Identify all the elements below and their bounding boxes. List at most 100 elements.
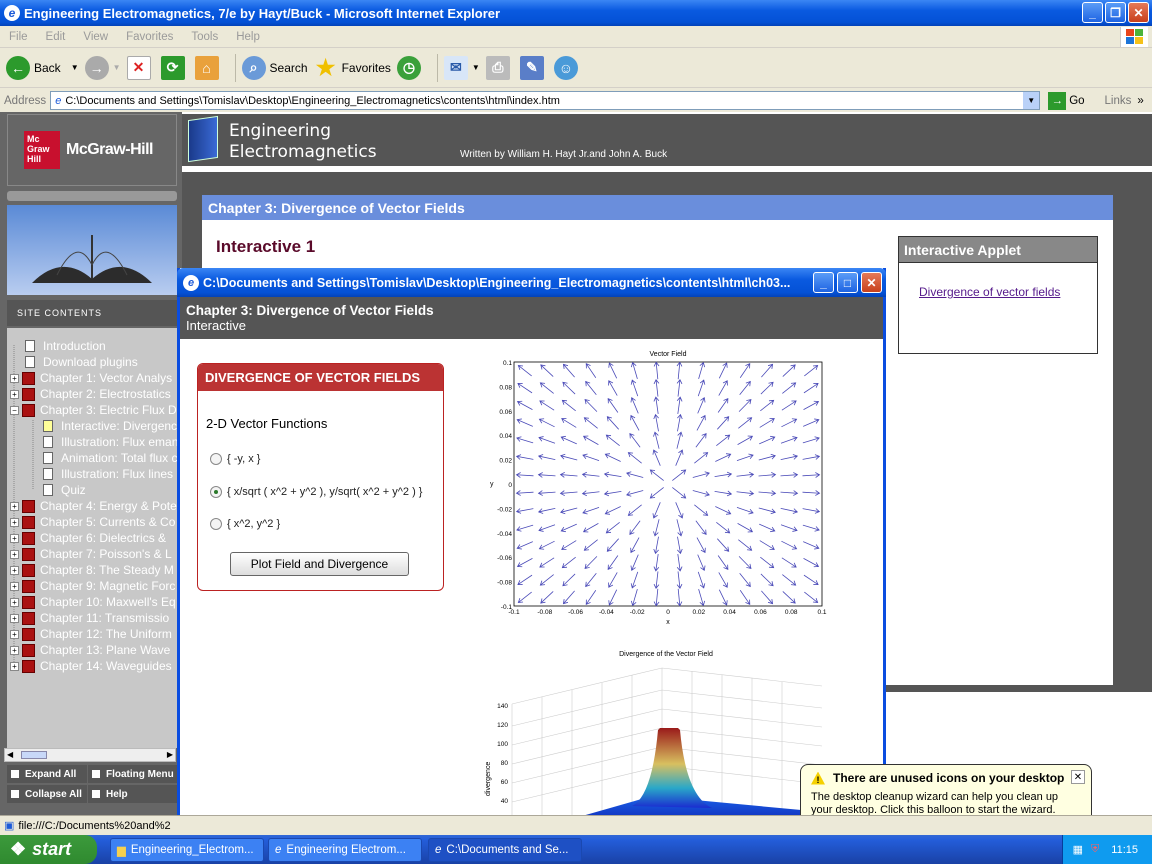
radio-button[interactable] [210, 518, 222, 530]
print-button[interactable]: ⎙ [485, 55, 514, 80]
minimize-button[interactable]: _ [1082, 2, 1103, 23]
page-icon [25, 340, 35, 352]
tree-item[interactable]: + Chapter 10: Maxwell's Eq [10, 594, 176, 610]
tree-item[interactable]: + Chapter 5: Currents & Co [10, 514, 175, 530]
warning-icon: ! [811, 771, 825, 785]
tree-item[interactable]: Introduction [25, 338, 106, 354]
maximize-button[interactable]: ❐ [1105, 2, 1126, 23]
taskbar-item-popup[interactable]: e C:\Documents and Se... [428, 838, 582, 862]
menu-favorites[interactable]: Favorites [117, 31, 182, 43]
tree-item[interactable]: Illustration: Flux eman [43, 434, 178, 450]
expand-icon[interactable]: + [10, 549, 19, 559]
radio-button[interactable] [210, 453, 222, 465]
tree-item[interactable]: + Chapter 11: Transmissio [10, 610, 169, 626]
menu-file[interactable]: File [0, 31, 37, 43]
expand-icon[interactable]: + [10, 373, 19, 383]
history-button[interactable]: ◷ [396, 55, 425, 80]
tree-item[interactable]: + Chapter 9: Magnetic Forc [10, 578, 175, 594]
security-shield-icon[interactable]: ⛨ [1091, 843, 1099, 856]
expand-icon[interactable]: + [10, 613, 19, 623]
expand-icon[interactable]: + [10, 629, 19, 639]
close-button[interactable]: ✕ [1128, 2, 1149, 23]
ie-icon: e [183, 274, 199, 291]
tree-item-label: Illustration: Flux eman [61, 435, 179, 449]
popup-maximize-button[interactable]: □ [837, 272, 858, 293]
address-input[interactable]: e C:\Documents and Settings\Tomislav\Des… [50, 91, 1041, 110]
chevron-down-icon[interactable]: ▼ [113, 63, 121, 72]
expand-all-button[interactable]: Expand All [7, 765, 87, 783]
stop-button[interactable]: ✕ [126, 55, 155, 80]
expand-icon[interactable]: + [10, 517, 19, 527]
chevron-down-icon[interactable]: ▼ [71, 63, 79, 72]
forward-button[interactable]: → ▼ [84, 55, 121, 80]
tree-item[interactable]: + Chapter 7: Poisson's & L [10, 546, 172, 562]
tree-item[interactable]: Quiz [43, 482, 86, 498]
refresh-button[interactable]: ⟳ [160, 55, 189, 80]
home-button[interactable]: ⌂ [194, 55, 223, 80]
x-tick-label: 0.04 [723, 609, 736, 616]
panel-title: DIVERGENCE OF VECTOR FIELDS [198, 364, 443, 391]
search-button[interactable]: ⌕ Search [241, 55, 308, 80]
popup-close-button[interactable]: ✕ [861, 272, 882, 293]
expand-icon[interactable]: + [10, 597, 19, 607]
chevron-down-icon[interactable]: ▼ [472, 63, 480, 72]
menu-help[interactable]: Help [227, 31, 269, 43]
taskbar-item-folder[interactable]: ▆ Engineering_Electrom... [110, 838, 264, 862]
tree-item[interactable]: + Chapter 8: The Steady M [10, 562, 174, 578]
tree-item[interactable]: + Chapter 12: The Uniform [10, 626, 172, 642]
scroll-thumb[interactable] [21, 751, 47, 759]
taskbar-item-ie[interactable]: e Engineering Electrom... [268, 838, 422, 862]
tree-item[interactable]: + Chapter 2: Electrostatics [10, 386, 171, 402]
divergence-applet-link[interactable]: Divergence of vector fields [919, 285, 1060, 299]
help-button[interactable]: Help [88, 785, 177, 803]
function-option-3[interactable]: { x^2, y^2 } [210, 518, 280, 530]
radio-button-selected[interactable] [210, 486, 222, 498]
menu-view[interactable]: View [74, 31, 117, 43]
tree-item[interactable]: − Chapter 3: Electric Flux D [10, 402, 177, 418]
tree-item[interactable]: Interactive: Divergenc [43, 418, 177, 434]
tree-item[interactable]: + Chapter 6: Dielectrics & [10, 530, 166, 546]
tree-item[interactable]: + Chapter 1: Vector Analys [10, 370, 172, 386]
expand-icon[interactable]: + [10, 501, 19, 511]
function-option-1[interactable]: { -y, x } [210, 453, 260, 465]
expand-icon[interactable]: + [10, 533, 19, 543]
menu-tools[interactable]: Tools [182, 31, 227, 43]
expand-icon[interactable]: + [10, 645, 19, 655]
tree-item[interactable]: + Chapter 4: Energy & Pote [10, 498, 177, 514]
links-button[interactable]: Links [1105, 95, 1132, 107]
menu-edit[interactable]: Edit [37, 31, 75, 43]
chevron-down-icon[interactable]: ▼ [1023, 92, 1040, 109]
floating-menu-button[interactable]: Floating Menu [88, 765, 177, 783]
tree-item[interactable]: Download plugins [25, 354, 138, 370]
go-button[interactable]: → Go [1048, 91, 1085, 110]
network-icon[interactable]: ▦ [1073, 843, 1083, 856]
chevron-right-icon[interactable]: » [1137, 95, 1143, 107]
back-button[interactable]: ← Back ▼ [6, 55, 79, 80]
popup-minimize-button[interactable]: _ [813, 272, 834, 293]
collapse-icon[interactable]: − [10, 405, 19, 415]
expand-icon[interactable]: + [10, 661, 19, 671]
start-button[interactable]: ❖ start [0, 835, 97, 864]
tree-horizontal-scrollbar[interactable]: ◀ ▶ [4, 748, 176, 762]
scroll-left-icon[interactable]: ◀ [7, 750, 13, 759]
expand-icon[interactable]: + [10, 565, 19, 575]
tree-item[interactable]: + Chapter 13: Plane Wave [10, 642, 170, 658]
plot-field-divergence-button[interactable]: Plot Field and Divergence [230, 552, 409, 576]
function-option-2[interactable]: { x/sqrt ( x^2 + y^2 ), y/sqrt( x^2 + y^… [210, 486, 422, 498]
scroll-right-icon[interactable]: ▶ [167, 750, 173, 759]
mail-button[interactable]: ✉ ▼ [443, 55, 480, 80]
expand-icon[interactable]: + [10, 389, 19, 399]
tree-item[interactable]: Illustration: Flux lines [43, 466, 173, 482]
tree-item[interactable]: + Chapter 14: Waveguides [10, 658, 172, 674]
z-tick-label: 40 [501, 798, 509, 805]
stop-icon: ✕ [126, 55, 151, 80]
expand-icon[interactable]: + [10, 581, 19, 591]
messenger-button[interactable]: ☺ [553, 55, 582, 80]
edit-button[interactable]: ✎ [519, 55, 548, 80]
tree-item-label: Animation: Total flux c [61, 451, 178, 465]
balloon-close-icon[interactable]: ✕ [1071, 770, 1085, 784]
collapse-all-button[interactable]: Collapse All [7, 785, 87, 803]
tree-item[interactable]: Animation: Total flux c [43, 450, 178, 466]
favorites-button[interactable]: ★ Favorites [314, 55, 391, 80]
forward-arrow-icon: → [84, 55, 109, 80]
